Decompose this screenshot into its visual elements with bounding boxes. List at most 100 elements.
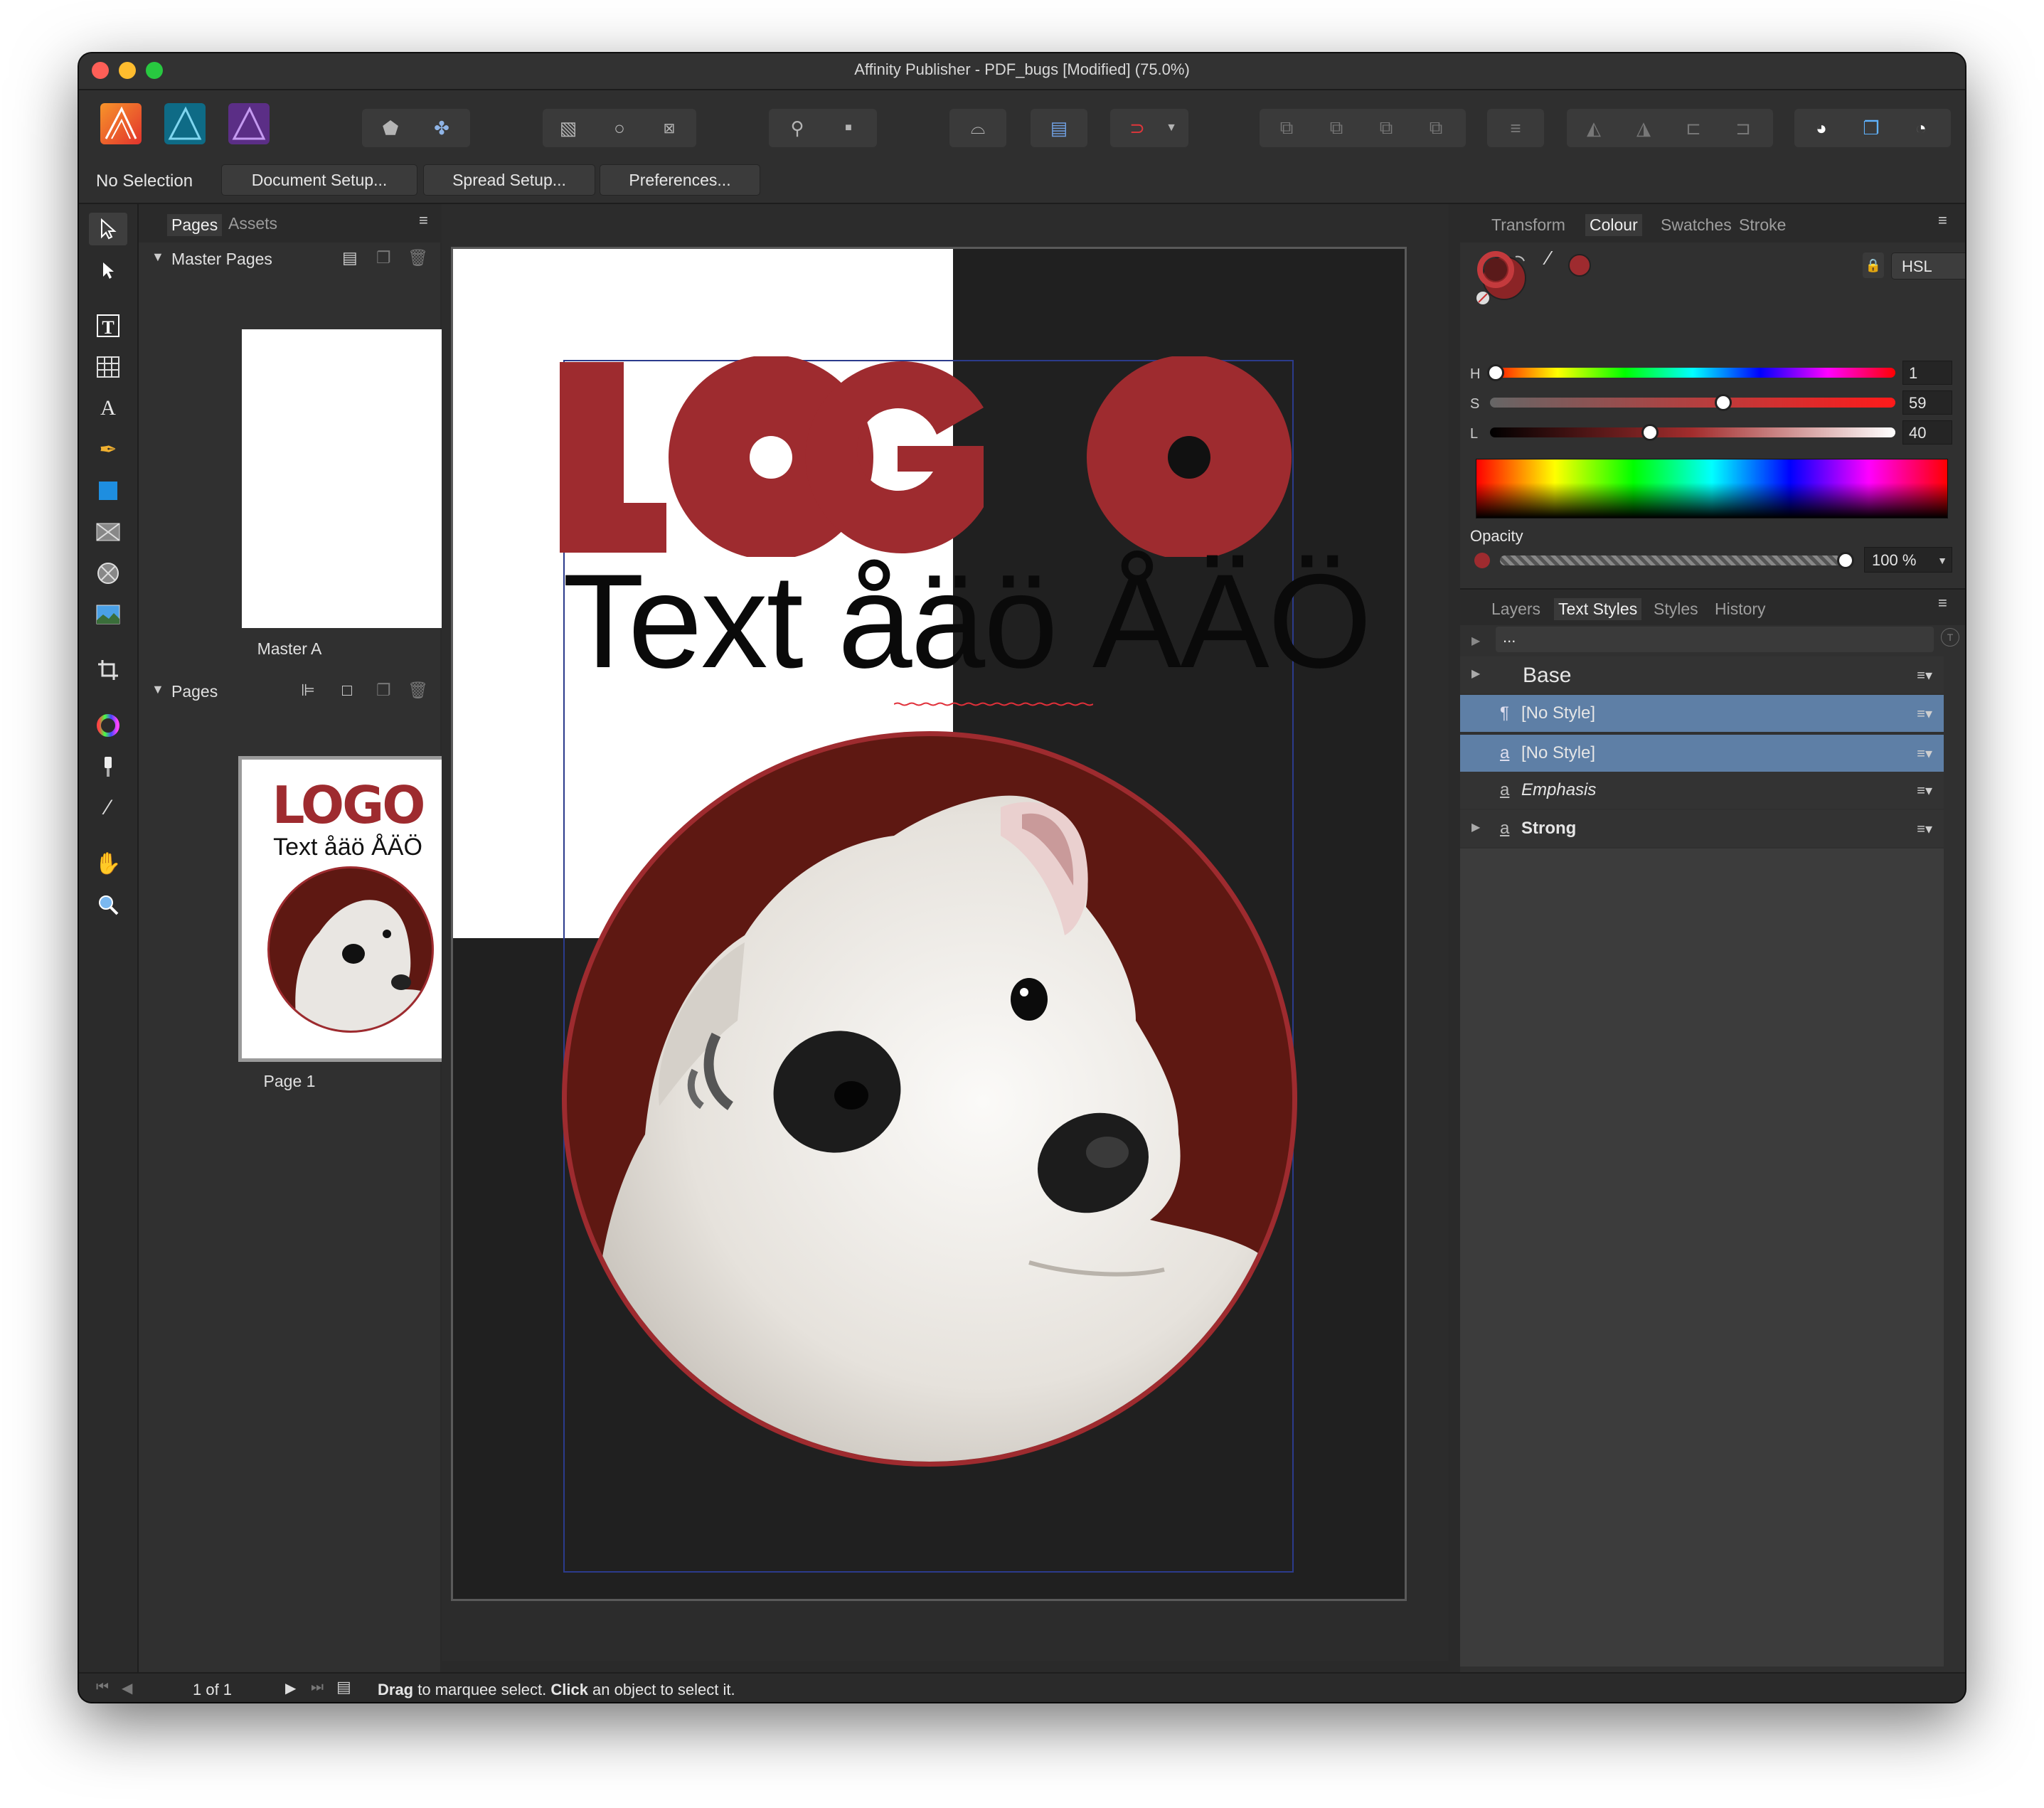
previous-page-icon[interactable]: ◀: [122, 1679, 132, 1697]
align-icon[interactable]: ≡: [1493, 109, 1538, 147]
intersect-boolean-icon[interactable]: ◔: [1898, 109, 1944, 147]
group-expand-icon[interactable]: ▶: [1471, 820, 1480, 834]
lightness-value-field[interactable]: 40: [1902, 420, 1952, 445]
eyedropper-icon[interactable]: ⁄: [1547, 247, 1550, 270]
tab-stroke[interactable]: Stroke: [1739, 216, 1786, 235]
rotate-left-icon[interactable]: ⊏: [1671, 109, 1716, 147]
tab-colour[interactable]: Colour: [1585, 214, 1642, 236]
add-boolean-icon[interactable]: ◕: [1799, 109, 1844, 147]
subtract-boolean-icon[interactable]: ❐: [1848, 109, 1894, 147]
style-menu-icon[interactable]: ≡▾: [1917, 705, 1932, 723]
add-page-icon[interactable]: □: [342, 681, 352, 700]
colour-panel-menu-icon[interactable]: ≡: [1938, 211, 1947, 230]
move-tool-icon[interactable]: [89, 213, 127, 245]
colour-spectrum[interactable]: [1476, 459, 1948, 519]
designer-persona-icon[interactable]: [164, 103, 206, 144]
frame-text-tool-icon[interactable]: T: [89, 309, 127, 342]
colour-model-select[interactable]: HSL ⬍: [1891, 252, 1965, 280]
add-master-icon[interactable]: ▤: [342, 248, 358, 267]
studio-link-icon[interactable]: ✤: [419, 109, 464, 147]
collapse-triangle-icon[interactable]: ▼: [151, 682, 164, 697]
duplicate-master-icon[interactable]: ❐: [376, 248, 391, 267]
delete-page-icon[interactable]: 🗑: [408, 681, 428, 700]
tab-pages[interactable]: Pages: [167, 214, 223, 236]
style-row-paragraph-no-style[interactable]: ¶ [No Style] ≡▾: [1460, 695, 1944, 732]
move-to-back-icon[interactable]: ⧉: [1264, 109, 1309, 147]
move-forward-icon[interactable]: ⧉: [1363, 109, 1409, 147]
page-list-icon[interactable]: ▤: [336, 1678, 351, 1696]
node-tool-icon[interactable]: [89, 254, 127, 287]
opacity-slider-knob[interactable]: [1837, 552, 1854, 569]
next-page-icon[interactable]: ▶: [285, 1679, 296, 1697]
opacity-value-field[interactable]: 100 % ▼: [1864, 547, 1952, 573]
pages-panel-menu-icon[interactable]: ≡: [419, 211, 428, 230]
bleed-icon[interactable]: ⊠: [646, 109, 692, 147]
hue-slider-knob[interactable]: [1487, 364, 1504, 381]
text-wrap-icon[interactable]: ⌓: [955, 109, 1001, 147]
move-back-icon[interactable]: ⧉: [1314, 109, 1359, 147]
rectangle-tool-icon[interactable]: [89, 474, 127, 507]
hue-slider[interactable]: [1490, 368, 1895, 378]
hand-tool-icon[interactable]: ✋: [89, 847, 127, 880]
text-styles-menu-icon[interactable]: ≡: [1938, 594, 1947, 612]
pen-tool-icon[interactable]: ✒: [89, 433, 127, 466]
publisher-persona-icon[interactable]: [100, 103, 142, 144]
lightness-slider-knob[interactable]: [1641, 424, 1659, 441]
fill-tool-icon[interactable]: [89, 750, 127, 783]
logo-artwork[interactable]: [560, 355, 1378, 560]
document-setup-button[interactable]: Document Setup...: [221, 164, 417, 196]
document-text[interactable]: Text åäö ÅÄÖ: [563, 544, 1372, 698]
style-row-emphasis[interactable]: a Emphasis ≡▾: [1460, 772, 1944, 809]
rotate-right-icon[interactable]: ⊐: [1720, 109, 1766, 147]
baseline-grid-icon[interactable]: ▤: [1036, 109, 1082, 147]
page-1-thumbnail[interactable]: LOGO Text åäö ÅÄÖ: [238, 756, 457, 1062]
flip-horizontal-icon[interactable]: ◭: [1571, 109, 1617, 147]
flip-vertical-icon[interactable]: ◮: [1621, 109, 1666, 147]
artistic-text-tool-icon[interactable]: A: [89, 392, 127, 425]
hue-value-field[interactable]: 1: [1902, 361, 1952, 385]
style-menu-icon[interactable]: ≡▾: [1917, 820, 1932, 838]
crop-tool-icon[interactable]: [89, 654, 127, 686]
style-group-base[interactable]: ▶ Base ≡▾: [1460, 656, 1944, 693]
tab-transform[interactable]: Transform: [1491, 216, 1565, 235]
style-menu-icon[interactable]: ≡▾: [1917, 782, 1932, 799]
eyedropper-tool-icon[interactable]: ⁄: [89, 792, 127, 824]
resource-manager-icon[interactable]: ⬟: [368, 109, 413, 147]
style-row-strong[interactable]: ▶ a Strong ≡▾: [1460, 810, 1944, 847]
style-menu-icon[interactable]: ≡▾: [1917, 745, 1932, 762]
dog-photo-circle[interactable]: [562, 731, 1297, 1467]
tab-assets[interactable]: Assets: [228, 214, 277, 233]
delete-master-icon[interactable]: 🗑: [408, 248, 428, 267]
tab-styles[interactable]: Styles: [1654, 600, 1698, 619]
saturation-slider-knob[interactable]: [1715, 394, 1732, 411]
ellipse-frame-tool-icon[interactable]: [89, 557, 127, 590]
first-page-icon[interactable]: ⏮: [96, 1679, 109, 1696]
lightness-slider[interactable]: [1490, 427, 1895, 437]
collapse-triangle-icon[interactable]: ▼: [151, 250, 164, 265]
zoom-tool-icon[interactable]: [89, 888, 127, 921]
tab-text-styles[interactable]: Text Styles: [1554, 598, 1642, 620]
duplicate-page-icon[interactable]: ❐: [376, 681, 391, 700]
spread-setup-button[interactable]: Spread Setup...: [423, 164, 595, 196]
style-menu-icon[interactable]: ≡▾: [1917, 666, 1932, 684]
tab-history[interactable]: History: [1715, 600, 1766, 619]
style-filter-field[interactable]: ...: [1496, 627, 1934, 652]
preferences-button[interactable]: Preferences...: [600, 164, 760, 196]
move-to-front-icon[interactable]: ⧉: [1413, 109, 1459, 147]
filter-expand-icon[interactable]: ▶: [1471, 634, 1480, 648]
saturation-value-field[interactable]: 59: [1902, 390, 1952, 415]
picture-frame-tool-icon[interactable]: [89, 516, 127, 548]
insert-pages-icon[interactable]: ⊫: [301, 681, 315, 700]
table-tool-icon[interactable]: [89, 351, 127, 383]
square-icon[interactable]: ■: [826, 109, 871, 147]
lock-icon[interactable]: 🔒: [1863, 252, 1884, 278]
tab-layers[interactable]: Layers: [1491, 600, 1540, 619]
pin-icon[interactable]: ⚲: [775, 109, 820, 147]
tab-swatches[interactable]: Swatches: [1661, 216, 1732, 235]
fill-stroke-wells[interactable]: [1471, 247, 1535, 307]
style-row-character-no-style[interactable]: a [No Style] ≡▾: [1460, 735, 1944, 772]
page-counter[interactable]: 1 of 1: [193, 1681, 232, 1699]
view-mode-icon[interactable]: ▧: [545, 109, 591, 147]
last-page-icon[interactable]: ⏭: [311, 1679, 324, 1696]
style-info-icon[interactable]: T: [1941, 628, 1959, 647]
